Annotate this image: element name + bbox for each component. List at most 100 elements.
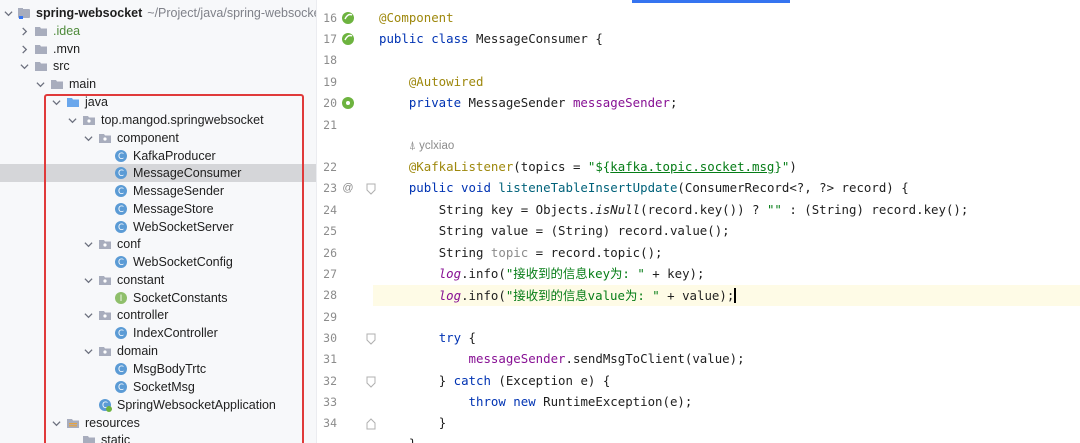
- chevron-down-icon[interactable]: [34, 75, 46, 93]
- code-token: + value);: [659, 288, 735, 303]
- tree-item-websocketconfig[interactable]: C WebSocketConfig: [0, 253, 316, 271]
- tree-item-socketconstants[interactable]: I SocketConstants: [0, 289, 316, 307]
- package-icon: [98, 273, 112, 287]
- svg-text:C: C: [118, 187, 124, 197]
- code-editor[interactable]: 16 17 18 19 20 21 22 23 24 25 26 27 28 2…: [317, 0, 1080, 443]
- annotation-at-icon[interactable]: @: [341, 181, 355, 195]
- line-number: 17: [323, 32, 337, 46]
- tree-item-msgbodytrtc[interactable]: C MsgBodyTrtc: [0, 360, 316, 378]
- active-tab-indicator: [632, 0, 790, 3]
- chevron-right-icon[interactable]: [18, 40, 30, 58]
- tree-item-src[interactable]: src: [0, 57, 316, 75]
- code-token: kafka.topic.socket.msg: [610, 159, 775, 174]
- package-icon: [98, 344, 112, 358]
- tree-item-mvn[interactable]: .mvn: [0, 40, 316, 58]
- code-token: throw new: [468, 394, 544, 409]
- code-line-17[interactable]: public class MessageConsumer {: [373, 28, 1080, 49]
- tree-item-kafkaproducer[interactable]: C KafkaProducer: [0, 147, 316, 165]
- chevron-down-icon[interactable]: [82, 129, 94, 147]
- chevron-down-icon[interactable]: [82, 342, 94, 360]
- line-number: 33: [323, 395, 337, 409]
- tree-item-messageconsumer[interactable]: C MessageConsumer: [0, 164, 316, 182]
- svg-text:C: C: [118, 383, 124, 393]
- code-token: + key);: [644, 266, 705, 281]
- line-number: 20: [323, 96, 337, 110]
- svg-text:C: C: [118, 223, 124, 233]
- tree-item-messagesender[interactable]: C MessageSender: [0, 182, 316, 200]
- tree-item-controller[interactable]: controller: [0, 306, 316, 324]
- code-line-19[interactable]: @Autowired: [373, 71, 1080, 92]
- class-icon: C: [114, 149, 128, 163]
- line-number: 16: [323, 11, 337, 25]
- chevron-down-icon[interactable]: [50, 93, 62, 111]
- line-number: 32: [323, 374, 337, 388]
- tree-item-constant[interactable]: constant: [0, 271, 316, 289]
- tree-item-component[interactable]: component: [0, 129, 316, 147]
- autowired-gutter-icon[interactable]: [341, 96, 355, 110]
- author-hint[interactable]: ⍋ yclxiao: [409, 137, 454, 155]
- code-line-35[interactable]: }: [373, 433, 1080, 443]
- tree-item-springwebsocketapplication[interactable]: C SpringWebsocketApplication: [0, 396, 316, 414]
- code-token: isNull: [595, 202, 641, 217]
- code-line-30[interactable]: try {: [373, 327, 1080, 348]
- tree-item-messagestore[interactable]: C MessageStore: [0, 200, 316, 218]
- project-tree-panel: spring-websocket ~/Project/java/spring-w…: [0, 0, 317, 443]
- line-number: 29: [323, 310, 337, 324]
- class-icon: C: [114, 166, 128, 180]
- code-line-27[interactable]: log.info("接收到的信息key为: " + key);: [373, 263, 1080, 284]
- code-token: @Component: [379, 10, 454, 25]
- tree-item-resources[interactable]: resources: [0, 414, 316, 432]
- code-line-32[interactable]: } catch (Exception e) {: [373, 370, 1080, 391]
- chevron-down-icon[interactable]: [82, 235, 94, 253]
- tree-item-domain[interactable]: domain: [0, 342, 316, 360]
- tree-item-conf[interactable]: conf: [0, 235, 316, 253]
- tree-item-root[interactable]: spring-websocket ~/Project/java/spring-w…: [0, 4, 316, 22]
- code-line-24[interactable]: String key = Objects.isNull(record.key()…: [373, 199, 1080, 220]
- tree-item-label: conf: [117, 237, 141, 251]
- code-token: (topics =: [513, 159, 588, 174]
- root-project-name: spring-websocket: [36, 6, 143, 20]
- svg-text:C: C: [118, 205, 124, 215]
- code-line-33[interactable]: throw new RuntimeException(e);: [373, 391, 1080, 412]
- code-line-16[interactable]: @Component: [373, 7, 1080, 28]
- text-caret: [734, 288, 736, 303]
- folder-icon: [34, 59, 48, 73]
- spring-bean-gutter-icon[interactable]: [341, 11, 355, 25]
- svg-text:C: C: [118, 169, 124, 179]
- code-line-22[interactable]: @KafkaListener(topics = "${kafka.topic.s…: [373, 156, 1080, 177]
- chevron-down-icon[interactable]: [4, 4, 13, 22]
- chevron-down-icon[interactable]: [82, 271, 94, 289]
- code-line-25[interactable]: String value = (String) record.value();: [373, 220, 1080, 241]
- code-line-26[interactable]: String topic = record.topic();: [373, 242, 1080, 263]
- package-icon: [98, 131, 112, 145]
- resources-folder-icon: [66, 416, 80, 430]
- tree-item-socketmsg[interactable]: C SocketMsg: [0, 378, 316, 396]
- tree-item-label: controller: [117, 308, 169, 322]
- code-line-34[interactable]: }: [373, 412, 1080, 433]
- line-number: 27: [323, 267, 337, 281]
- code-line-28[interactable]: log.info("接收到的信息value为: " + value);: [373, 285, 1080, 306]
- code-line-31[interactable]: messageSender.sendMsgToClient(value);: [373, 348, 1080, 369]
- code-line-23[interactable]: public void listeneTableInsertUpdate(Con…: [373, 177, 1080, 198]
- tree-item-package[interactable]: top.mangod.springwebsocket: [0, 111, 316, 129]
- tree-item-idea[interactable]: .idea: [0, 22, 316, 40]
- tree-item-static[interactable]: static: [0, 431, 316, 443]
- code-line-20[interactable]: private MessageSender messageSender;: [373, 92, 1080, 113]
- chevron-right-icon[interactable]: [18, 22, 30, 40]
- chevron-down-icon[interactable]: [66, 111, 78, 129]
- code-token: (record.key()) ?: [640, 202, 767, 217]
- chevron-down-icon[interactable]: [50, 414, 62, 432]
- code-token: try: [438, 330, 462, 345]
- tree-item-label: src: [53, 59, 70, 73]
- tree-item-indexcontroller[interactable]: C IndexController: [0, 324, 316, 342]
- code-token: "接收到的信息key为: ": [505, 266, 645, 281]
- chevron-down-icon[interactable]: [82, 306, 94, 324]
- chevron-down-icon[interactable]: [18, 57, 30, 75]
- tree-item-label: top.mangod.springwebsocket: [101, 113, 264, 127]
- tree-item-main[interactable]: main: [0, 75, 316, 93]
- tree-item-label: MessageSender: [133, 184, 225, 198]
- code-token: (Exception e) {: [490, 373, 611, 388]
- spring-bean-gutter-icon[interactable]: [341, 32, 355, 46]
- tree-item-websocketserver[interactable]: C WebSocketServer: [0, 218, 316, 236]
- tree-item-java[interactable]: java: [0, 93, 316, 111]
